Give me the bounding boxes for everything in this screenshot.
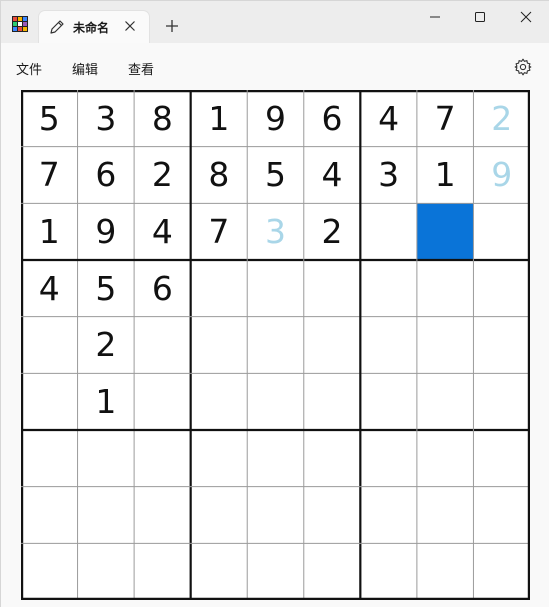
sudoku-cell[interactable] — [134, 317, 191, 374]
sudoku-cell[interactable] — [360, 373, 417, 430]
sudoku-cell[interactable]: 4 — [304, 147, 361, 204]
sudoku-cell[interactable] — [78, 487, 135, 544]
minimize-icon[interactable] — [422, 5, 448, 29]
sudoku-cell[interactable] — [473, 260, 530, 317]
sudoku-cell[interactable]: 6 — [134, 260, 191, 317]
sudoku-cell[interactable] — [134, 543, 191, 600]
sudoku-cell[interactable]: 8 — [134, 90, 191, 147]
sudoku-cell[interactable]: 7 — [21, 147, 78, 204]
sudoku-cell[interactable]: 4 — [21, 260, 78, 317]
close-icon[interactable] — [122, 18, 138, 34]
board-area: 53819647276285431919473245621 — [1, 89, 549, 607]
sudoku-cell[interactable]: 8 — [191, 147, 248, 204]
sudoku-cell[interactable]: 1 — [78, 373, 135, 430]
sudoku-grid-icon — [12, 16, 28, 32]
sudoku-cell[interactable] — [247, 373, 304, 430]
sudoku-cell[interactable] — [134, 487, 191, 544]
sudoku-cell[interactable] — [473, 373, 530, 430]
sudoku-cell[interactable] — [360, 203, 417, 260]
sudoku-cell[interactable] — [304, 317, 361, 374]
sudoku-cell[interactable] — [417, 543, 474, 600]
pencil-icon — [50, 20, 64, 34]
sudoku-cell[interactable] — [417, 430, 474, 487]
sudoku-cell[interactable] — [304, 373, 361, 430]
sudoku-cell[interactable]: 1 — [21, 203, 78, 260]
sudoku-cell[interactable] — [473, 487, 530, 544]
sudoku-cell[interactable] — [78, 430, 135, 487]
sudoku-cell[interactable]: 7 — [417, 90, 474, 147]
tab-document[interactable]: 未命名 — [38, 10, 150, 43]
sudoku-cell[interactable] — [360, 260, 417, 317]
sudoku-cell[interactable] — [360, 487, 417, 544]
close-icon[interactable] — [513, 5, 539, 29]
sudoku-cell[interactable]: 2 — [473, 90, 530, 147]
sudoku-cell[interactable]: 7 — [191, 203, 248, 260]
sudoku-cell[interactable]: 9 — [78, 203, 135, 260]
sudoku-cell[interactable]: 5 — [78, 260, 135, 317]
sudoku-cell[interactable] — [473, 430, 530, 487]
sudoku-cell[interactable]: 6 — [78, 147, 135, 204]
title-bar: 未命名 — [1, 1, 549, 43]
sudoku-cell[interactable] — [247, 430, 304, 487]
menu-file[interactable]: 文件 — [16, 59, 42, 78]
sudoku-cell[interactable] — [191, 543, 248, 600]
sudoku-cell[interactable] — [473, 317, 530, 374]
sudoku-cell[interactable] — [417, 487, 474, 544]
sudoku-cell[interactable]: 4 — [360, 90, 417, 147]
sudoku-cell[interactable] — [78, 543, 135, 600]
sudoku-cell[interactable] — [304, 430, 361, 487]
sudoku-cell[interactable] — [191, 317, 248, 374]
sudoku-cell[interactable]: 9 — [247, 90, 304, 147]
plus-icon[interactable] — [163, 17, 181, 35]
sudoku-cell[interactable] — [21, 373, 78, 430]
sudoku-cell[interactable]: 1 — [417, 147, 474, 204]
sudoku-cell[interactable] — [473, 543, 530, 600]
sudoku-cell[interactable]: 4 — [134, 203, 191, 260]
sudoku-cell[interactable] — [191, 373, 248, 430]
sudoku-cell[interactable]: 1 — [191, 90, 248, 147]
sudoku-cell[interactable] — [473, 203, 530, 260]
maximize-icon[interactable] — [467, 5, 493, 29]
sudoku-cell[interactable] — [304, 487, 361, 544]
app-window: 未命名 文件 编辑 查看 5381964727 6 2 8 5 4 3 1 9 … — [0, 0, 549, 607]
sudoku-cell[interactable] — [21, 317, 78, 374]
sudoku-cell[interactable] — [247, 487, 304, 544]
sudoku-cell[interactable]: 2 — [134, 147, 191, 204]
menu-bar: 文件 编辑 查看 — [1, 43, 549, 89]
sudoku-cell[interactable] — [191, 430, 248, 487]
sudoku-cell[interactable] — [247, 317, 304, 374]
sudoku-cell[interactable]: 9 — [473, 147, 530, 204]
sudoku-cell[interactable] — [360, 430, 417, 487]
sudoku-cell[interactable] — [247, 543, 304, 600]
menu-edit[interactable]: 编辑 — [72, 59, 98, 78]
menu-view[interactable]: 查看 — [128, 59, 154, 78]
sudoku-cell[interactable] — [416, 203, 474, 260]
sudoku-cell[interactable]: 5 — [21, 90, 78, 147]
sudoku-cell[interactable] — [417, 317, 474, 374]
sudoku-cell[interactable] — [191, 487, 248, 544]
tab-title: 未命名 — [73, 21, 110, 35]
sudoku-cell[interactable]: 3 — [247, 203, 304, 260]
sudoku-cell[interactable]: 3 — [78, 90, 135, 147]
sudoku-cell[interactable] — [360, 317, 417, 374]
sudoku-cell[interactable]: 2 — [78, 317, 135, 374]
sudoku-cell[interactable] — [417, 373, 474, 430]
sudoku-cell[interactable]: 6 — [304, 90, 361, 147]
sudoku-cell[interactable] — [21, 543, 78, 600]
sudoku-cell[interactable]: 5 — [247, 147, 304, 204]
sudoku-cell[interactable] — [21, 487, 78, 544]
sudoku-cell[interactable] — [304, 543, 361, 600]
sudoku-cell[interactable] — [247, 260, 304, 317]
sudoku-cell[interactable] — [21, 430, 78, 487]
gear-icon[interactable] — [513, 57, 533, 77]
sudoku-cell[interactable] — [417, 260, 474, 317]
sudoku-cell[interactable] — [191, 260, 248, 317]
sudoku-cell[interactable] — [304, 260, 361, 317]
sudoku-cell[interactable] — [360, 543, 417, 600]
sudoku-board[interactable]: 53819647276285431919473245621 — [21, 90, 530, 600]
sudoku-cell[interactable] — [134, 430, 191, 487]
sudoku-cell[interactable]: 2 — [304, 203, 361, 260]
sudoku-cell[interactable] — [134, 373, 191, 430]
sudoku-cell[interactable]: 3 — [360, 147, 417, 204]
